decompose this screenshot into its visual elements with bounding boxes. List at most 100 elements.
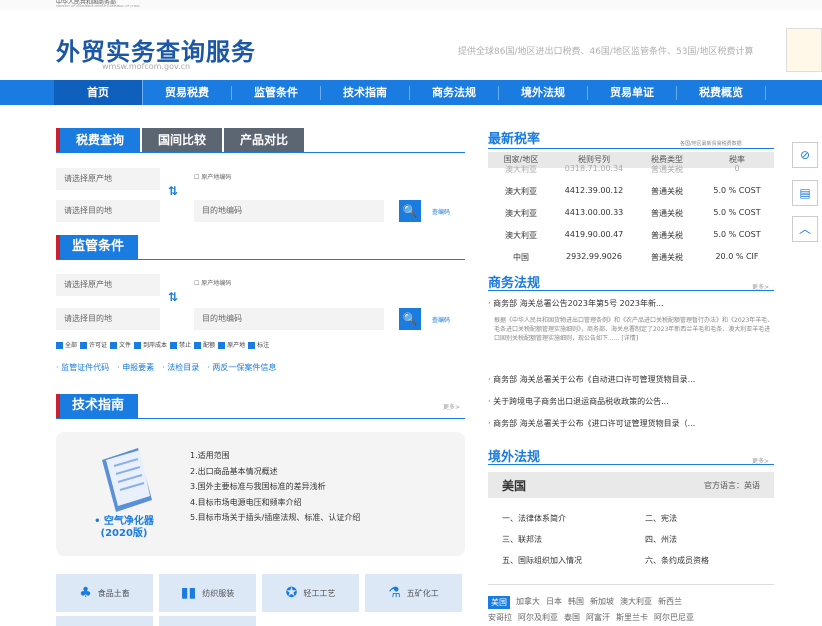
nav-supervision[interactable]: 监管条件 — [232, 85, 321, 100]
dest-select[interactable]: 请选择目的地 — [56, 200, 160, 222]
country-link[interactable]: 泰国 — [564, 612, 580, 623]
nav-trade-tax[interactable]: 贸易税费 — [143, 85, 232, 100]
table-row[interactable]: 澳大利亚 4413.00.00.33 普通关税 5.0 % COST — [488, 208, 774, 219]
filter-quota[interactable]: 配额 — [194, 340, 215, 349]
country-link[interactable]: 日本 — [546, 596, 562, 609]
nav-tech-guide[interactable]: 技术指南 — [321, 85, 410, 100]
link-inspection[interactable]: · 法检目录 — [162, 362, 199, 373]
tech-title: 技术指南 — [56, 394, 139, 418]
checkbox-icon — [134, 342, 142, 349]
book-promo-image[interactable] — [786, 28, 822, 72]
divider — [488, 584, 774, 585]
law-link[interactable]: 五、国际组织加入情况 — [488, 550, 631, 571]
lookup-code-link[interactable]: 查编码 — [432, 207, 450, 216]
table-row[interactable]: 澳大利亚 4412.39.00.12 普通关税 5.0 % COST — [488, 186, 774, 197]
country-link[interactable]: 阿富汗 — [586, 612, 610, 623]
filter-document[interactable]: 文件 — [110, 340, 131, 349]
link-trade-remedy[interactable]: · 两反一保案件信息 — [207, 362, 276, 373]
tech-caption[interactable]: • 空气净化器 (2020版) — [84, 516, 164, 540]
country-link[interactable]: 阿尔及利亚 — [518, 612, 558, 623]
law-link[interactable]: 二、宪法 — [631, 508, 774, 529]
category-minerals[interactable]: ⚗ 五矿化工 — [365, 574, 462, 612]
category-light-industry[interactable]: ✪ 轻工工艺 — [262, 574, 359, 612]
tech-more-link[interactable]: 更多> — [443, 402, 460, 411]
ministry-name-en: MINISTRY OF COMMERCE PEOPLE'S REPUBLIC O… — [56, 4, 140, 8]
filter-all[interactable]: 全部 — [56, 340, 77, 349]
nav-business-law[interactable]: 商务法规 — [410, 85, 499, 100]
sup-dest-code-input[interactable]: 目的地编码 — [194, 308, 384, 330]
category-row2[interactable] — [159, 616, 256, 626]
nav-overseas-law[interactable]: 境外法规 — [499, 85, 588, 100]
law-link[interactable]: 四、州法 — [631, 529, 774, 550]
nav-trade-docs[interactable]: 贸易单证 — [588, 85, 677, 100]
tech-item[interactable]: 2.出口商品基本情况概述 — [190, 464, 360, 480]
swap-icon[interactable]: ⇅ — [168, 184, 178, 198]
law-link[interactable]: 一、法律体系简介 — [488, 508, 631, 529]
country-link[interactable]: 新西兰 — [658, 596, 682, 609]
filter-landed-cost[interactable]: 到岸成本 — [134, 340, 167, 349]
dest-code-input[interactable]: 目的地编码 — [194, 200, 384, 222]
business-law-title: 商务法规 — [488, 276, 541, 291]
country-link[interactable]: 新加坡 — [590, 596, 614, 609]
tax-query-tabs: 税费查询 国间比较 产品对比 — [56, 128, 306, 152]
origin-select[interactable]: 请选择原产地 — [56, 168, 160, 190]
tech-item[interactable]: 3.国外主要标准与我国标准的差异浅析 — [190, 479, 360, 495]
nav-home[interactable]: 首页 — [54, 80, 143, 105]
country-link[interactable]: 澳大利亚 — [620, 596, 652, 609]
news-item[interactable]: · 关于跨境电子商务出口退运商品税收政策的公告... — [488, 396, 778, 407]
sup-lookup-code-link[interactable]: 查编码 — [432, 315, 450, 324]
tech-item[interactable]: 4.目标市场电源电压和频率介绍 — [190, 495, 360, 511]
nav-tax-overview[interactable]: 税费概览 — [677, 85, 766, 100]
country-link[interactable]: 加拿大 — [516, 596, 540, 609]
law-link[interactable]: 六、条约成员资格 — [631, 550, 774, 571]
flask-icon: ⚗ — [388, 585, 401, 601]
category-textile[interactable]: ▮▮ 纺织服装 — [159, 574, 256, 612]
country-link[interactable]: 韩国 — [568, 596, 584, 609]
checkbox-icon — [194, 342, 202, 349]
sup-dest-select[interactable]: 请选择目的地 — [56, 308, 160, 330]
origin-code-checkbox[interactable]: ☐ 原产地编码 — [194, 172, 231, 181]
filter-prohibited[interactable]: 禁止 — [170, 340, 191, 349]
link-declaration[interactable]: · 申报要素 — [117, 362, 154, 373]
latest-rates-note: 各国/地区最新贸易税费数据 — [680, 141, 742, 147]
sup-origin-select[interactable]: 请选择原产地 — [56, 274, 160, 296]
main-nav: 首页 贸易税费 监管条件 技术指南 商务法规 境外法规 贸易单证 税费概览 — [0, 80, 822, 105]
news-item[interactable]: · 商务部 海关总署关于公布《进口许可证管理货物目录（... — [488, 418, 778, 429]
law-link[interactable]: 三、联邦法 — [488, 529, 631, 550]
message-icon[interactable]: ▤ — [792, 180, 818, 206]
country-link[interactable]: 安哥拉 — [488, 612, 512, 623]
back-to-top-icon[interactable]: ︿ — [792, 216, 818, 242]
tab-country-compare[interactable]: 国间比较 — [142, 128, 223, 152]
link-cert-code[interactable]: · 监管证件代码 — [56, 362, 109, 373]
category-row2[interactable] — [56, 616, 153, 626]
tech-item[interactable]: 5.目标市场关于插头/插座法规、标准、认证介绍 — [190, 510, 360, 526]
country-us[interactable]: 美国 — [488, 596, 510, 609]
filter-origin[interactable]: 原产地 — [218, 340, 245, 349]
tech-guide-list: 1.适用范围 2.出口商品基本情况概述 3.国外主要标准与我国标准的差异浅析 4… — [190, 448, 360, 526]
tech-item[interactable]: 1.适用范围 — [190, 448, 360, 464]
sup-swap-icon[interactable]: ⇅ — [168, 290, 178, 304]
filter-label[interactable]: 标注 — [248, 340, 269, 349]
table-row[interactable]: 中国 2932.99.9026 普通关税 20.0 % CIF — [488, 252, 774, 263]
news-item[interactable]: · 商务部 海关总署关于公布《自动进口许可管理货物目录... — [488, 374, 778, 385]
tab-tax-query[interactable]: 税费查询 — [56, 128, 141, 152]
checkbox-icon — [110, 342, 118, 349]
table-row[interactable]: 澳大利亚 0318.71.00.34 普通关税 0 — [488, 164, 774, 175]
divider — [56, 152, 465, 153]
supervision-links: · 监管证件代码 · 申报要素 · 法检目录 · 两反一保案件信息 — [56, 362, 276, 373]
filter-license[interactable]: 许可证 — [80, 340, 107, 349]
share-icon[interactable]: ⊘ — [792, 142, 818, 168]
country-list-row2: 安哥拉 阿尔及利亚 泰国 阿富汗 斯里兰卡 阿尔巴尼亚 — [488, 612, 694, 623]
category-food[interactable]: ♣ 食品土畜 — [56, 574, 153, 612]
checkbox-icon — [80, 342, 88, 349]
search-button[interactable]: 🔍 — [399, 200, 421, 222]
table-row[interactable]: 澳大利亚 4419.90.00.47 普通关税 5.0 % COST — [488, 230, 774, 241]
sup-origin-code-checkbox[interactable]: ☐ 原产地编码 — [194, 278, 231, 287]
country-link[interactable]: 阿尔巴尼亚 — [654, 612, 694, 623]
news-item[interactable]: · 商务部 海关总署公告2023年第5号 2023年新... — [488, 298, 778, 309]
country-link[interactable]: 斯里兰卡 — [616, 612, 648, 623]
sup-search-button[interactable]: 🔍 — [399, 308, 421, 330]
latest-rates-title: 最新税率 — [488, 132, 541, 147]
document-book-icon — [102, 448, 152, 512]
tab-product-compare[interactable]: 产品对比 — [224, 128, 305, 152]
